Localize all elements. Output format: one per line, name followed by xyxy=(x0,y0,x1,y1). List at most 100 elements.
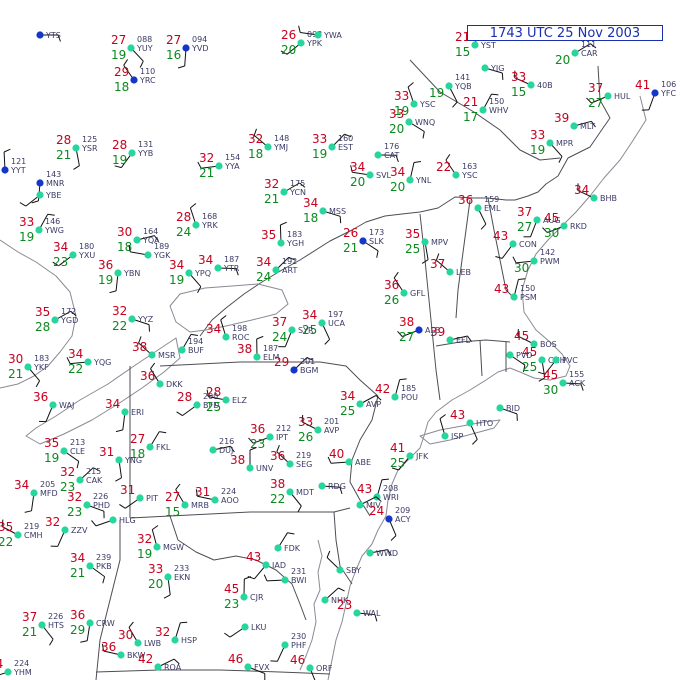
sky-cover-marker xyxy=(359,237,367,245)
wind-barb-flag xyxy=(224,632,231,638)
sky-cover-marker xyxy=(76,476,84,484)
temperature-label: 21 xyxy=(463,95,478,109)
pressure-label: 088 xyxy=(137,35,152,44)
dewpoint-label: 18 xyxy=(248,147,263,161)
sky-cover-marker xyxy=(552,356,560,364)
station-model: 42 ROA xyxy=(138,652,182,672)
temperature-label: 34 xyxy=(574,183,589,197)
dewpoint-label: 19 xyxy=(19,230,34,244)
wind-barb-flag xyxy=(115,477,122,482)
pressure-label: 239 xyxy=(96,553,111,562)
station-id-label: PHF xyxy=(291,641,307,650)
station-id-label: PHD xyxy=(93,501,110,510)
dewpoint-label: 20 xyxy=(555,53,570,67)
station-id-label: YXU xyxy=(78,251,95,260)
wind-barb-flag xyxy=(150,362,156,370)
sky-cover-marker xyxy=(4,668,12,676)
sky-cover-marker xyxy=(290,366,298,374)
wind-barb-flag xyxy=(3,148,11,153)
wind-barb-flag xyxy=(297,505,302,513)
temperature-label: 28 xyxy=(176,210,191,224)
wind-barb-flag xyxy=(159,431,167,434)
temperature-label: 33 xyxy=(19,215,34,229)
station-model: 3528 172YGD xyxy=(35,305,78,334)
station-id-label: YSR xyxy=(81,144,98,153)
dewpoint-label: 30 xyxy=(514,261,529,275)
sky-cover-marker xyxy=(297,39,305,47)
temperature-label: 28 xyxy=(206,385,221,399)
station-id-label: HUL xyxy=(614,92,631,101)
temperature-label: 37 xyxy=(588,81,603,95)
station-model: 3822 MDT xyxy=(270,477,314,513)
sky-cover-marker xyxy=(314,31,322,39)
station-id-label: YSC xyxy=(461,171,478,180)
station-id-label: IAD xyxy=(272,561,286,570)
station-id-label: MLT xyxy=(580,122,595,131)
station-model: 38 MSR xyxy=(132,336,176,360)
station-id-label: YNL xyxy=(415,176,432,185)
station-id-label: YPK xyxy=(306,39,323,48)
temperature-label: 37 xyxy=(517,205,532,219)
station-id-label: EST xyxy=(338,143,353,152)
station-id-label: EKN xyxy=(174,573,190,582)
pressure-label: 189 xyxy=(154,242,169,251)
wind-barb-flag xyxy=(339,216,342,224)
pressure-label: 148 xyxy=(274,134,289,143)
wind-barb-flag xyxy=(501,72,504,80)
sky-cover-marker xyxy=(253,353,261,361)
sky-cover-marker xyxy=(121,408,129,416)
station-id-label: ROA xyxy=(164,663,182,672)
pressure-label: 131 xyxy=(138,140,153,149)
station-model: 121YYT xyxy=(1,148,26,175)
temperature-label: 34 xyxy=(53,240,68,254)
station-model: 22 163YSC xyxy=(436,154,478,180)
sky-cover-marker xyxy=(318,482,326,490)
station-id-label: ACY xyxy=(395,515,411,524)
sky-cover-marker xyxy=(241,623,249,631)
temperature-label: 37 xyxy=(430,257,445,271)
pressure-label: 212 xyxy=(276,424,291,433)
station-id-label: ROC xyxy=(232,333,250,342)
station-id-label: LWB xyxy=(144,639,161,648)
station-model: 3221 154YYA xyxy=(197,151,240,180)
dewpoint-label: 26 xyxy=(298,430,313,444)
station-id-label: CJR xyxy=(250,593,264,602)
station-id-label: YUY xyxy=(136,44,153,53)
station-model: 39 MLT xyxy=(554,111,596,131)
station-model: 3422 YQG xyxy=(66,347,111,376)
station-id-label: WHV xyxy=(489,106,509,115)
station-id-label: MRB xyxy=(191,501,209,510)
station-model: 2117 150WHV xyxy=(463,93,509,124)
wind-barb-flag xyxy=(480,223,487,230)
wind-barb-flag xyxy=(390,535,397,541)
sky-cover-marker xyxy=(117,651,125,659)
station-id-label: CMH xyxy=(24,531,43,540)
dewpoint-label: 19 xyxy=(429,86,444,100)
station-model: 3522 219CMH xyxy=(0,519,43,549)
pressure-label: 172 xyxy=(61,307,76,316)
sky-cover-marker xyxy=(215,162,223,170)
sky-cover-marker xyxy=(306,664,314,672)
wind-barb-flag xyxy=(338,587,345,592)
station-id-label: 40B xyxy=(537,81,553,90)
dewpoint-label: 20 xyxy=(281,43,296,57)
temperature-label: 46 xyxy=(228,652,243,666)
pressure-label: 106 xyxy=(661,80,676,89)
station-id-label: MPV xyxy=(431,238,449,247)
station-id-label: MSS xyxy=(329,207,346,216)
temperature-label: 34 xyxy=(340,389,355,403)
station-id-label: YMJ xyxy=(273,143,288,152)
station-id-label: CAT xyxy=(384,151,399,160)
station-model: 29 201BGM xyxy=(274,355,319,375)
sky-cover-marker xyxy=(391,393,399,401)
temperature-label: 27 xyxy=(130,432,145,446)
station-model: 3420 SVL xyxy=(350,160,392,189)
station-model: 4523 CJR xyxy=(224,576,264,611)
pressure-label: 201 xyxy=(324,417,339,426)
station-id-label: YRC xyxy=(139,76,156,85)
pressure-label: 160 xyxy=(338,134,353,143)
temperature-label: 45 xyxy=(543,368,558,382)
pressure-label: 224 xyxy=(14,659,29,668)
station-id-label: AVP xyxy=(366,400,381,409)
station-id-label: UCA xyxy=(328,319,345,328)
